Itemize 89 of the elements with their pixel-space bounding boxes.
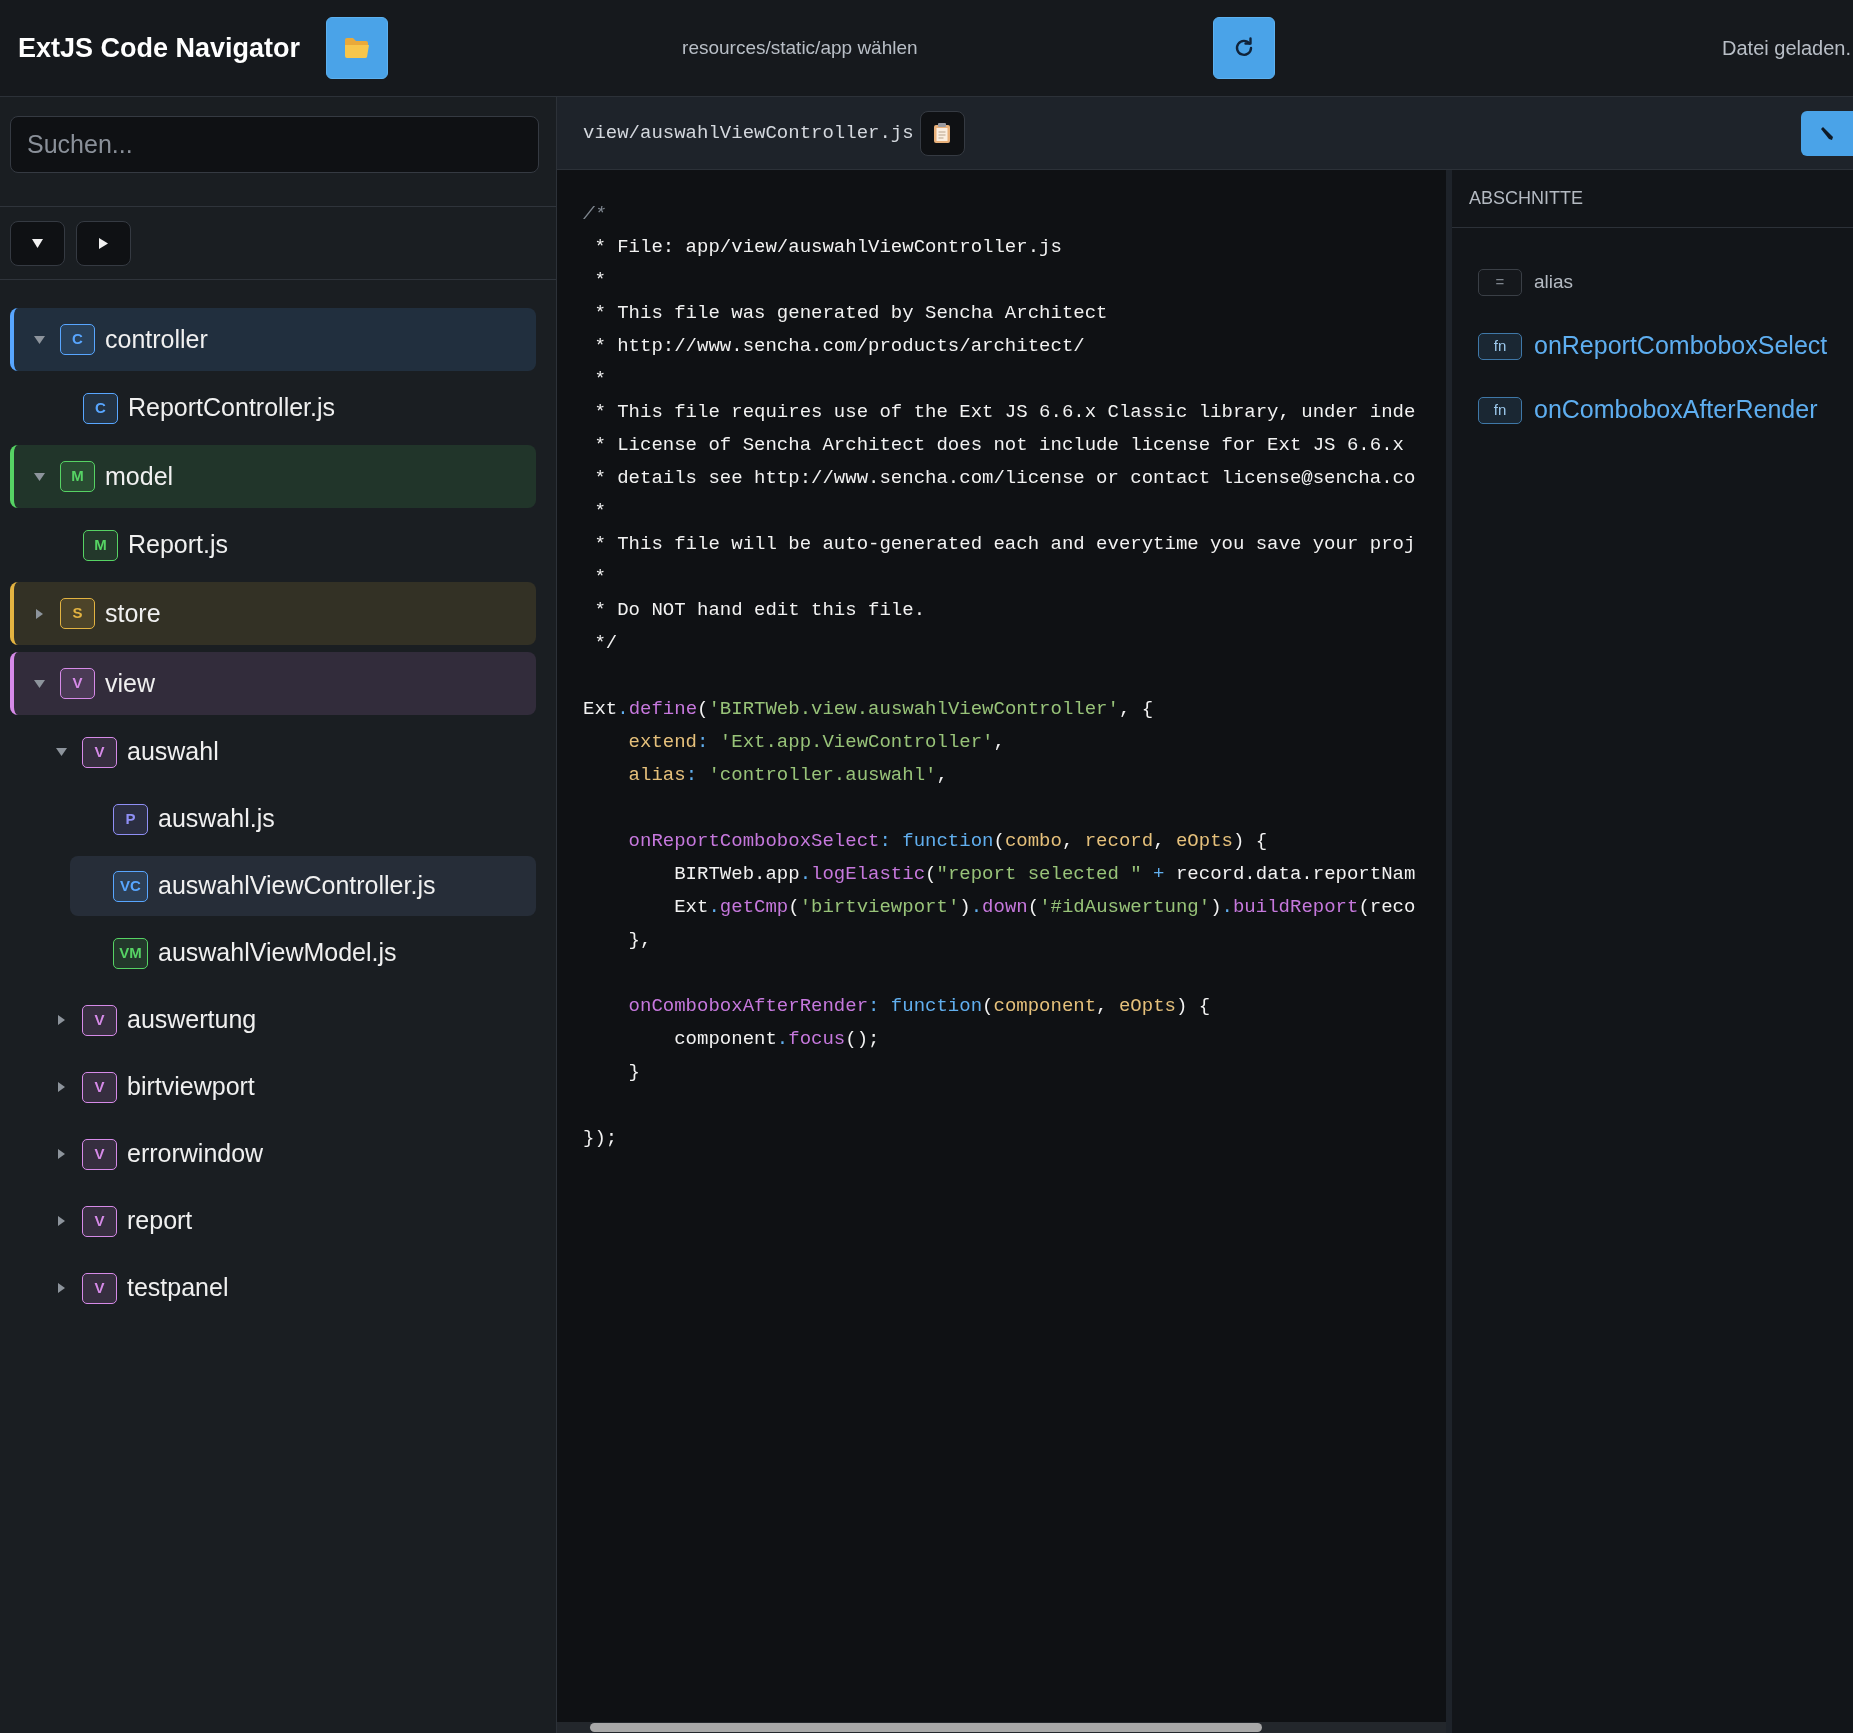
code-line: * http://www.sencha.com/products/architect/ <box>593 334 1086 359</box>
tree-item[interactable]: M model <box>10 445 536 508</box>
code-line: * <box>593 565 607 590</box>
caret-right-icon[interactable] <box>57 1283 65 1293</box>
code-line: } <box>627 1060 641 1085</box>
app-title: ExtJS Code Navigator <box>18 31 301 65</box>
folder-path-hint: resources/static/app wählen <box>682 35 918 60</box>
tree-item[interactable]: V auswertung <box>40 990 536 1050</box>
kind-badge: = <box>1478 268 1522 296</box>
collapse-all-button[interactable] <box>76 220 131 266</box>
expand-all-button[interactable] <box>10 220 65 266</box>
tree-item[interactable]: VM auswahlViewModel.js <box>70 923 536 983</box>
tree-item[interactable]: V report <box>40 1191 536 1251</box>
open-folder-button[interactable] <box>326 17 389 79</box>
pencil-icon <box>1819 125 1835 141</box>
tree-item[interactable]: C ReportController.js <box>40 378 536 438</box>
code-line: onReportComboboxSelect: function(combo, record, eOpts) { <box>627 829 1269 854</box>
tree-item[interactable]: S store <box>10 582 536 645</box>
kind-badge: fn <box>1478 396 1522 424</box>
caret-right-icon[interactable] <box>35 608 43 619</box>
caret-right-icon[interactable] <box>57 1082 65 1092</box>
type-badge: VM <box>113 937 148 969</box>
tree-item[interactable]: P auswahl.js <box>70 789 536 849</box>
code-line: /* <box>583 202 607 227</box>
edit-button[interactable] <box>1801 110 1853 156</box>
caret-down-icon <box>32 238 43 248</box>
section-link[interactable]: fn onReportComboboxSelect <box>1478 314 1853 378</box>
horizontal-scrollbar[interactable] <box>557 1722 1446 1733</box>
code-line: * <box>593 499 607 524</box>
caret-down-icon[interactable] <box>33 679 45 688</box>
code-line: Ext.define('BIRTWeb.view.auswahlViewController', { <box>583 697 1155 722</box>
section-link[interactable]: = alias <box>1478 250 1853 314</box>
code-line: * <box>593 268 607 293</box>
clipboard-icon <box>933 122 952 144</box>
type-badge: V <box>60 668 95 699</box>
type-badge: C <box>83 392 118 424</box>
code-line: * File: app/view/auswahlViewController.js <box>593 235 1063 260</box>
tree-item[interactable]: V errorwindow <box>40 1124 536 1184</box>
search-field[interactable]: Suchen... <box>10 116 539 173</box>
caret-right-icon[interactable] <box>57 1149 65 1159</box>
tree-item[interactable]: V auswahl <box>40 722 536 782</box>
caret-right-icon <box>99 237 108 249</box>
section-link[interactable]: fn onComboboxAfterRender <box>1478 378 1853 442</box>
code-line: onComboboxAfterRender: function(component, eOpts) { <box>627 994 1212 1019</box>
code-line: * This file was generated by Sencha Architect <box>593 301 1109 326</box>
code-line: * <box>593 367 607 392</box>
tree-item[interactable]: VC auswahlViewController.js <box>70 856 536 916</box>
copy-button[interactable] <box>919 110 965 156</box>
code-line: }); <box>583 1126 619 1151</box>
refresh-button[interactable] <box>1212 17 1275 79</box>
status-text: Datei geladen. <box>1722 36 1852 61</box>
code-line: }, <box>627 928 653 953</box>
caret-down-icon[interactable] <box>33 472 45 481</box>
caret-down-icon[interactable] <box>33 335 45 344</box>
type-badge: V <box>82 1272 117 1304</box>
type-badge: V <box>82 1004 117 1036</box>
type-badge: V <box>82 1205 117 1237</box>
tree-item[interactable]: V birtviewport <box>40 1057 536 1117</box>
type-badge: S <box>60 598 95 629</box>
code-line: * This file requires use of the Ext JS 6.6.x Classic library, under inde <box>593 400 1417 425</box>
type-badge: V <box>82 736 117 768</box>
type-badge: M <box>60 461 95 492</box>
type-badge: M <box>83 529 118 561</box>
type-badge: V <box>82 1071 117 1103</box>
file-path: view/auswahlViewController.js <box>583 120 914 146</box>
caret-right-icon[interactable] <box>57 1216 65 1226</box>
code-line: alias: 'controller.auswahl', <box>627 763 949 788</box>
sections-title: ABSCHNITTE <box>1469 187 1583 210</box>
type-badge: C <box>60 324 95 355</box>
code-line: * Do NOT hand edit this file. <box>593 598 927 623</box>
caret-right-icon[interactable] <box>57 1015 65 1025</box>
code-line: * This file will be auto-generated each and everytime you save your proj <box>593 532 1417 557</box>
type-badge: P <box>113 803 148 835</box>
kind-badge: fn <box>1478 332 1522 360</box>
folder-icon <box>344 37 371 59</box>
code-line: component.focus(); <box>673 1027 881 1052</box>
tree-item[interactable]: C controller <box>10 308 536 371</box>
code-line: Ext.getCmp('birtviewport').down('#idAuswertung').buildReport(reco <box>673 895 1417 920</box>
type-badge: VC <box>113 870 148 902</box>
code-line: BIRTWeb.app.logElastic("report selected " + record.data.reportNam <box>673 862 1417 887</box>
code-line: extend: 'Ext.app.ViewController', <box>627 730 1006 755</box>
code-line: * details see http://www.sencha.com/license or contact license@sencha.co <box>593 466 1417 491</box>
code-line: */ <box>593 631 619 656</box>
tree-item[interactable]: M Report.js <box>40 515 536 575</box>
tree-item[interactable]: V view <box>10 652 536 715</box>
caret-down-icon[interactable] <box>55 748 67 756</box>
code-line: * License of Sencha Architect does not include license for Ext JS 6.6.x <box>593 433 1405 458</box>
type-badge: V <box>82 1138 117 1170</box>
tree-item[interactable]: V testpanel <box>40 1258 536 1318</box>
